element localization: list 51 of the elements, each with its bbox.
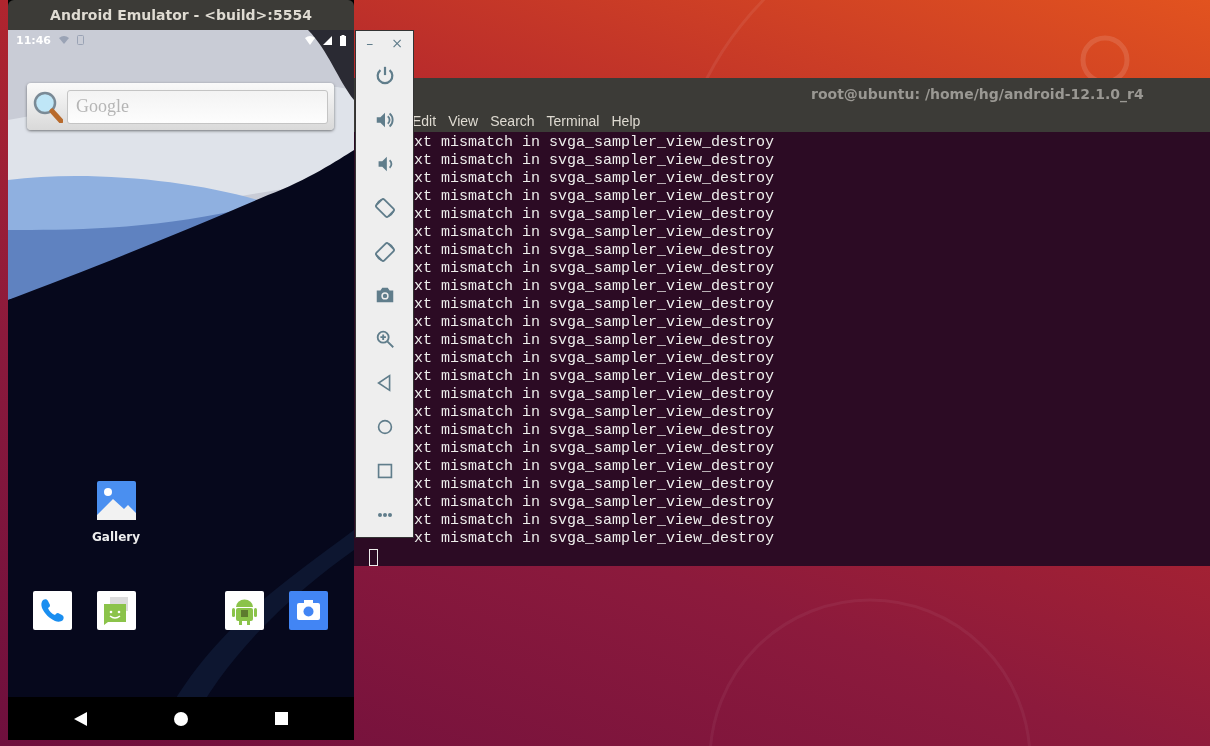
terminal-line: xt mismatch in svga_sampler_view_destroy [414,368,775,386]
menu-item[interactable]: Terminal [546,113,600,129]
terminal-line: xt mismatch in svga_sampler_view_destroy [414,188,775,206]
search-field[interactable]: Google [67,89,328,124]
terminal-line: xt mismatch in svga_sampler_view_destroy [414,440,775,458]
messages-icon[interactable] [96,591,136,630]
recents-icon[interactable] [274,712,288,725]
terminal-line: xt mismatch in svga_sampler_view_destroy [414,332,775,350]
sim-card-icon [77,35,84,45]
terminal-line: xt mismatch in svga_sampler_view_destroy [414,152,775,170]
terminal-line: xt mismatch in svga_sampler_view_destroy [414,260,775,278]
terminal-line: xt mismatch in svga_sampler_view_destroy [414,296,775,314]
more-icon [377,512,392,517]
battery-icon [340,34,346,46]
terminal-line: xt mismatch in svga_sampler_view_destroy [414,134,775,152]
back-icon[interactable] [74,711,88,726]
camera-icon[interactable] [288,591,328,630]
terminal-line: xt mismatch in svga_sampler_view_destroy [414,530,775,548]
phone-icon[interactable] [32,591,72,630]
terminal-line: xt mismatch in svga_sampler_view_destroy [414,350,775,368]
terminal-line: xt mismatch in svga_sampler_view_destroy [414,386,775,404]
terminal-line: xt mismatch in svga_sampler_view_destroy [414,494,775,512]
app-label: Gallery [91,530,141,544]
terminal-line: xt mismatch in svga_sampler_view_destroy [414,224,775,242]
terminal-line: xt mismatch in svga_sampler_view_destroy [414,206,775,224]
menu-item[interactable]: Help [611,113,641,129]
window-title: Android Emulator - <build>:5554 [50,7,312,23]
magnifier-icon[interactable] [33,90,63,123]
rotate-right-icon [373,240,396,263]
terminal-line: xt mismatch in svga_sampler_view_destroy [414,278,775,296]
terminal-line: xt mismatch in svga_sampler_view_destroy [414,314,775,332]
home-icon[interactable] [174,711,188,726]
minimize-button[interactable]: – [364,34,376,51]
terminal-line: xt mismatch in svga_sampler_view_destroy [414,404,775,422]
terminal-line: xt mismatch in svga_sampler_view_destroy [414,476,775,494]
text-cursor [369,549,378,566]
menu-item[interactable]: View [448,113,479,129]
terminal-line: xt mismatch in svga_sampler_view_destroy [414,458,775,476]
window-title: root@ubuntu: /home/hg/android-12.1.0_r4 [811,86,1144,102]
terminal-line: xt mismatch in svga_sampler_view_destroy [414,512,775,530]
menu-item[interactable]: Search [490,113,535,129]
rotate-left-icon [373,196,396,219]
terminal-line: xt mismatch in svga_sampler_view_destroy [414,170,775,188]
wifi-icon [59,36,69,44]
close-button[interactable]: × [389,34,405,51]
wifi-icon [305,35,315,45]
terminal-line: xt mismatch in svga_sampler_view_destroy [414,242,775,260]
terminal-line: xt mismatch in svga_sampler_view_destroy [414,422,775,440]
android-icon[interactable] [224,591,264,630]
gallery-icon[interactable] [96,481,136,520]
signal-icon [323,35,332,45]
